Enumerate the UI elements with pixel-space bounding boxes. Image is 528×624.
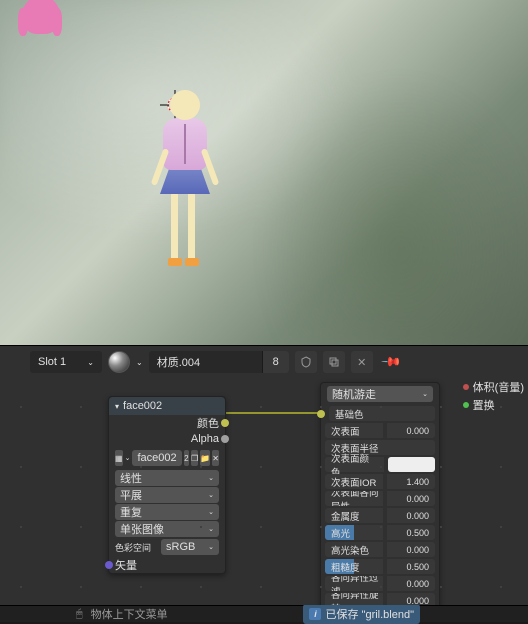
repeat-dropdown[interactable]: 重复⌄ bbox=[115, 504, 219, 520]
saved-notification: i 已保存 "gril.blend" bbox=[303, 604, 420, 624]
material-header: Slot 1⌄ ⌄ 材质.004 8 ✕ 📌 bbox=[0, 346, 528, 378]
shield-icon[interactable] bbox=[295, 351, 317, 373]
prop-次表面[interactable]: 次表面0.000 bbox=[325, 422, 435, 439]
node-legend: 体积(音量) 置换 bbox=[459, 378, 528, 414]
vector-input-socket[interactable] bbox=[105, 561, 113, 569]
unlink-icon[interactable]: ❒ bbox=[191, 450, 198, 466]
material-preview-icon[interactable] bbox=[108, 351, 130, 373]
prop-各向异性旋转[interactable]: 各向异性旋转0.000 bbox=[325, 592, 435, 605]
image-icon[interactable]: ▦ bbox=[115, 450, 123, 466]
collapse-icon[interactable]: ▾ bbox=[115, 402, 119, 411]
info-icon: i bbox=[309, 608, 321, 620]
interp-dropdown[interactable]: 线性⌄ bbox=[115, 470, 219, 486]
mouse-icon: 🖱 bbox=[76, 608, 83, 621]
sss-method-dropdown[interactable]: 随机游走⌄ bbox=[327, 386, 433, 402]
node-header[interactable]: ▾ face002 bbox=[109, 397, 225, 415]
viewport-3d[interactable] bbox=[0, 0, 528, 345]
colorspace-dropdown[interactable]: sRGB⌄ bbox=[161, 539, 219, 555]
copy-icon[interactable] bbox=[323, 351, 345, 373]
open-icon[interactable]: 📁 bbox=[200, 450, 210, 466]
context-menu-hint: 物体上下文菜单 bbox=[91, 606, 168, 622]
prop-高光染色[interactable]: 高光染色0.000 bbox=[325, 541, 435, 558]
image-users[interactable]: 2 bbox=[184, 450, 190, 466]
material-name-field[interactable]: 材质.004 8 bbox=[149, 351, 289, 373]
source-dropdown[interactable]: 单张图像⌄ bbox=[115, 521, 219, 537]
alpha-output-socket[interactable] bbox=[221, 435, 229, 443]
prop-各向异性过滤[interactable]: 各向异性过滤0.000 bbox=[325, 575, 435, 592]
status-bar: 🖱 物体上下文菜单 i 已保存 "gril.blend" bbox=[0, 605, 528, 622]
remove-icon[interactable]: ✕ bbox=[212, 450, 219, 466]
principled-bsdf-node[interactable]: 随机游走⌄ 基础色次表面0.000次表面半径次表面颜色次表面IOR1.400次表… bbox=[320, 382, 440, 605]
node-editor[interactable]: Slot 1⌄ ⌄ 材质.004 8 ✕ 📌 体积(音量) 置换 ▾ face0… bbox=[0, 345, 528, 605]
prop-次表面各向异性[interactable]: 次表面各向异性0.000 bbox=[325, 490, 435, 507]
user-count[interactable]: 8 bbox=[262, 351, 289, 373]
slot-dropdown[interactable]: Slot 1⌄ bbox=[30, 351, 102, 373]
close-icon[interactable]: ✕ bbox=[351, 351, 373, 373]
color-output-socket[interactable] bbox=[221, 419, 229, 427]
pin-icon[interactable]: 📌 bbox=[379, 351, 402, 374]
prop-金属度[interactable]: 金属度0.000 bbox=[325, 507, 435, 524]
node-link bbox=[226, 409, 326, 421]
image-name-field[interactable]: face002 bbox=[132, 450, 181, 466]
prop-次表面IOR[interactable]: 次表面IOR1.400 bbox=[325, 473, 435, 490]
proj-dropdown[interactable]: 平展⌄ bbox=[115, 487, 219, 503]
image-texture-node[interactable]: ▾ face002 颜色 Alpha ▦ ⌄ face002 2 ❒ 📁 ✕ 线… bbox=[108, 396, 226, 574]
prop-粗糙度[interactable]: 粗糙度0.500 bbox=[325, 558, 435, 575]
prop-次表面颜色[interactable]: 次表面颜色 bbox=[325, 456, 435, 473]
